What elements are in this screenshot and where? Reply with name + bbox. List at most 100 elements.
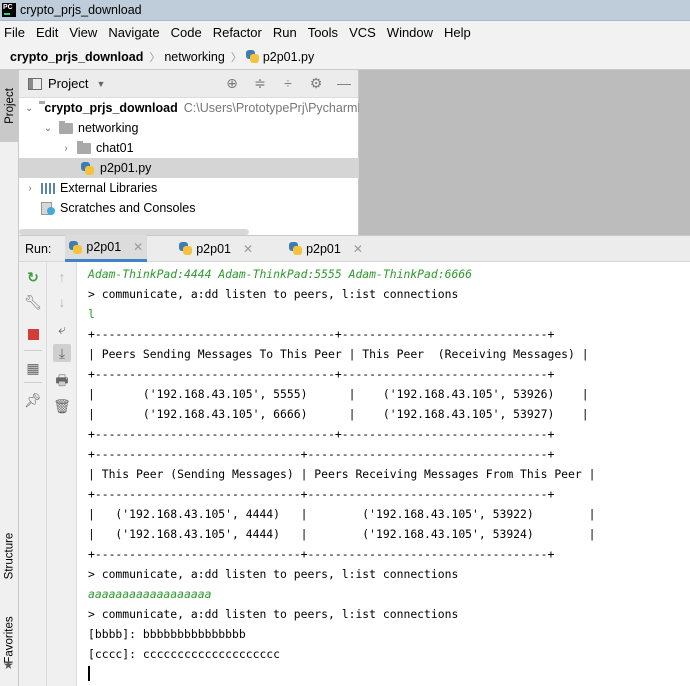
menu-file[interactable]: File <box>1 25 28 40</box>
menu-vcs[interactable]: VCS <box>346 25 379 40</box>
run-tool-window-header: Run: p2p01 ✕ p2p01 ✕ p2p01 ✕ <box>19 235 690 262</box>
run-tab-2[interactable]: p2p01 ✕ <box>175 235 257 262</box>
run-tab-label: p2p01 <box>306 241 341 256</box>
folder-icon <box>77 140 91 154</box>
tree-item-label: External Libraries <box>60 181 158 195</box>
python-run-icon <box>69 240 83 254</box>
python-run-icon <box>289 242 303 255</box>
run-console[interactable]: Adam-ThinkPad:4444 Adam-ThinkPad:5555 Ad… <box>77 262 690 686</box>
libraries-icon <box>41 182 55 194</box>
chevron-down-icon[interactable]: ⌄ <box>25 103 33 114</box>
menu-view[interactable]: View <box>66 25 100 40</box>
chevron-right-icon[interactable]: › <box>61 143 71 154</box>
console-line: l <box>88 307 95 321</box>
console-line: [bbbb]: bbbbbbbbbbbbbbb <box>88 627 246 641</box>
run-toolbar: ↻ 🔧︎ ▦ 📌︎ <box>19 262 47 686</box>
tree-item-project-root[interactable]: ⌄ crypto_prjs_download C:\Users\Prototyp… <box>19 98 359 118</box>
project-panel-title[interactable]: Project <box>48 76 88 91</box>
tree-item-label: Scratches and Consoles <box>60 201 196 215</box>
breadcrumb-separator-icon: 〉 <box>230 51 242 64</box>
arrow-up-icon[interactable]: ↑ <box>53 268 71 286</box>
tree-item-label: chat01 <box>96 141 134 155</box>
project-panel-header: Project ▼ ⊕ ≑ ÷ ⚙ — <box>19 70 358 98</box>
console-line: +------------------------------+--------… <box>88 547 555 561</box>
menu-bar: File Edit View Navigate Code Refactor Ru… <box>0 21 690 43</box>
tree-item-chat01[interactable]: › chat01 <box>19 138 359 158</box>
menu-refactor[interactable]: Refactor <box>210 25 265 40</box>
tool-tab-project-label: Project <box>3 88 16 124</box>
console-line: aaaaaaaaaaaaaaaaaa <box>88 587 212 601</box>
text-cursor <box>88 666 90 681</box>
wrench-icon[interactable]: 🔧︎ <box>24 293 42 311</box>
console-line: | This Peer (Sending Messages) | Peers R… <box>88 467 596 481</box>
tree-item-external-libraries[interactable]: › External Libraries <box>19 178 359 198</box>
close-icon[interactable]: ✕ <box>353 242 363 256</box>
console-line: [cccc]: cccccccccccccccccccc <box>88 647 281 661</box>
chevron-down-icon[interactable]: ⌄ <box>43 123 53 134</box>
tree-item-label: crypto_prjs_download <box>44 101 178 115</box>
project-view-icon <box>28 77 42 90</box>
menu-code[interactable]: Code <box>168 25 205 40</box>
close-icon[interactable]: ✕ <box>243 242 253 256</box>
menu-window[interactable]: Window <box>384 25 436 40</box>
python-file-icon <box>81 161 94 175</box>
soft-wrap-icon[interactable]: ⤶ <box>53 320 71 338</box>
menu-edit[interactable]: Edit <box>33 25 61 40</box>
python-run-icon <box>179 242 193 255</box>
arrow-down-icon[interactable]: ↓ <box>53 293 71 311</box>
run-tab-label: p2p01 <box>86 240 122 254</box>
chevron-right-icon[interactable]: › <box>25 183 35 194</box>
pin-icon[interactable]: 📌︎ <box>24 391 42 409</box>
gear-icon[interactable]: ⚙ <box>308 75 324 92</box>
print-icon[interactable]: 🖶︎ <box>53 371 71 389</box>
tree-item-scratches[interactable]: Scratches and Consoles <box>19 198 359 218</box>
console-line: | ('192.168.43.105', 5555) | ('192.168.4… <box>88 387 589 401</box>
run-label: Run: <box>25 241 52 256</box>
trash-icon[interactable]: 🗑︎ <box>53 397 71 415</box>
run-tab-3[interactable]: p2p01 ✕ <box>285 235 367 262</box>
console-line: | ('192.168.43.105', 4444) | ('192.168.4… <box>88 527 596 541</box>
tree-item-path: C:\Users\PrototypePrj\PycharmP <box>183 101 359 115</box>
console-line: +-----------------------------------+---… <box>88 427 555 441</box>
collapse-all-icon[interactable]: ÷ <box>280 75 296 92</box>
console-line: > communicate, a:dd listen to peers, l:i… <box>88 567 459 581</box>
breadcrumb-folder[interactable]: networking <box>164 50 224 64</box>
console-line: > communicate, a:dd listen to peers, l:i… <box>88 607 459 621</box>
layout-icon[interactable]: ▦ <box>24 359 42 377</box>
menu-tools[interactable]: Tools <box>305 25 341 40</box>
breadcrumb-file-label: p2p01.py <box>262 49 315 64</box>
minimize-icon[interactable]: — <box>336 75 352 92</box>
stop-icon[interactable] <box>24 326 42 344</box>
run-tab-1[interactable]: p2p01 ✕ <box>65 235 148 262</box>
tool-tab-project[interactable]: Project <box>0 70 19 142</box>
menu-navigate[interactable]: Navigate <box>105 25 162 40</box>
console-line: +------------------------------+--------… <box>88 487 555 501</box>
locate-icon[interactable]: ⊕ <box>224 75 240 92</box>
left-tool-strip: Project Structure Favorites ★ <box>0 70 19 686</box>
breadcrumb-separator-icon: 〉 <box>149 51 161 64</box>
expand-all-icon[interactable]: ≑ <box>252 75 268 92</box>
scroll-to-end-icon[interactable]: ⤓ <box>53 344 71 362</box>
console-line: +------------------------------+--------… <box>88 447 555 461</box>
menu-help[interactable]: Help <box>441 25 474 40</box>
tree-item-p2p01-py[interactable]: p2p01.py <box>19 158 359 178</box>
console-line: +-----------------------------------+---… <box>88 367 555 381</box>
tree-item-networking[interactable]: ⌄ networking <box>19 118 359 138</box>
breadcrumb: crypto_prjs_download 〉 networking 〉 p2p0… <box>0 44 690 70</box>
console-line: Adam-ThinkPad:4444 Adam-ThinkPad:5555 Ad… <box>88 267 473 281</box>
scratches-icon <box>41 201 55 215</box>
console-line: | ('192.168.43.105', 6666) | ('192.168.4… <box>88 407 589 421</box>
pycharm-logo-icon: PC <box>2 3 16 17</box>
rerun-icon[interactable]: ↻ <box>24 268 42 286</box>
breadcrumb-project[interactable]: crypto_prjs_download <box>10 50 143 64</box>
star-icon: ★ <box>3 658 14 672</box>
menu-run[interactable]: Run <box>270 25 300 40</box>
tool-tab-structure[interactable]: Structure <box>0 518 19 594</box>
window-title: crypto_prjs_download <box>20 3 142 17</box>
tool-tab-structure-label: Structure <box>3 532 16 580</box>
chevron-down-icon[interactable]: ▼ <box>96 79 105 89</box>
tool-tab-favorites-label: Favorites <box>3 616 16 664</box>
console-line: | Peers Sending Messages To This Peer | … <box>88 347 589 361</box>
breadcrumb-file[interactable]: p2p01.py <box>245 49 315 64</box>
close-icon[interactable]: ✕ <box>133 240 143 254</box>
